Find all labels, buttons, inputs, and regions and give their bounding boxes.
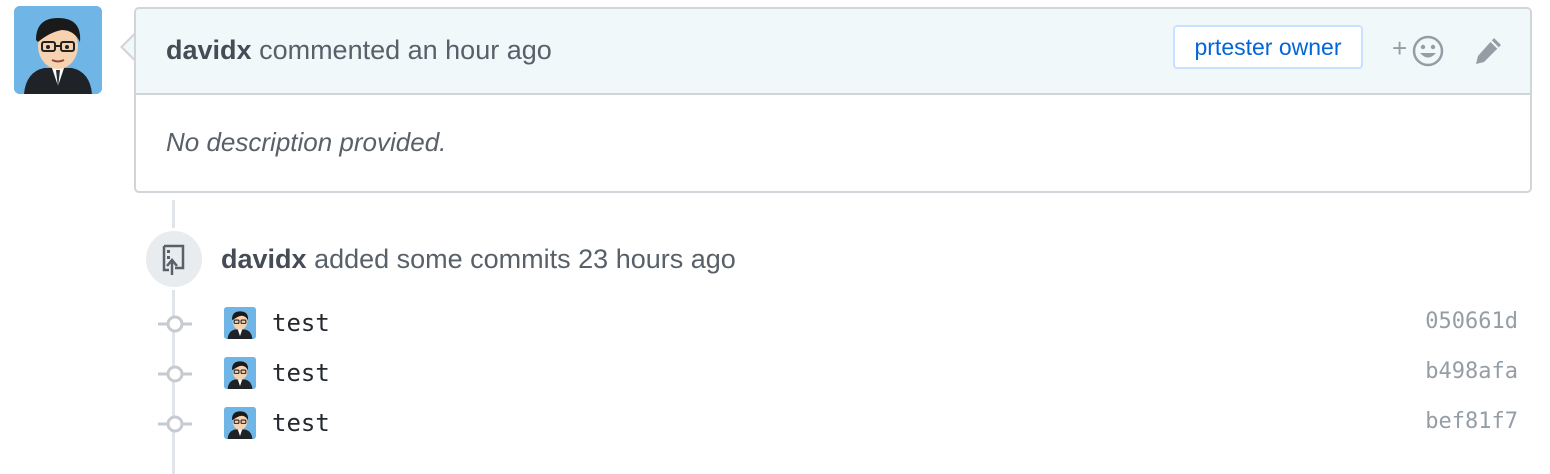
commit-sha-link[interactable]: bef81f7 xyxy=(1425,409,1518,434)
smiley-icon xyxy=(1412,35,1444,67)
commit-row: test bef81f7 xyxy=(158,407,1518,441)
comment-box: davidx commented an hour ago prtester ow… xyxy=(134,7,1532,193)
commit-message-link[interactable]: test xyxy=(272,309,330,337)
git-commit-icon xyxy=(158,315,192,333)
git-commit-icon xyxy=(158,415,192,433)
commit-message-link[interactable]: test xyxy=(272,359,330,387)
comment-author-link[interactable]: davidx xyxy=(166,35,252,65)
comment-header: davidx commented an hour ago prtester ow… xyxy=(136,9,1530,95)
commit-row: test 050661d xyxy=(158,307,1518,341)
comment-meta: davidx commented an hour ago xyxy=(166,35,552,66)
event-author-link[interactable]: davidx xyxy=(221,244,307,274)
commit-sha-link[interactable]: b498afa xyxy=(1425,359,1518,384)
author-avatar[interactable] xyxy=(14,6,102,94)
pull-request-timeline: davidx commented an hour ago prtester ow… xyxy=(0,0,1550,474)
commit-message-link[interactable]: test xyxy=(272,409,330,437)
author-association-badge: prtester owner xyxy=(1173,25,1363,69)
event-description: added some commits 23 hours ago xyxy=(314,244,736,274)
push-event-text: davidx added some commits 23 hours ago xyxy=(221,244,736,275)
push-event-badge xyxy=(143,228,205,290)
commit-author-avatar[interactable] xyxy=(224,357,256,389)
plus-label: + xyxy=(1392,33,1408,63)
edit-comment-button[interactable] xyxy=(1472,35,1504,67)
comment-action-text[interactable]: commented an hour ago xyxy=(259,35,552,65)
commit-author-avatar[interactable] xyxy=(224,307,256,339)
add-reaction-button[interactable]: + xyxy=(1392,33,1450,67)
comment-body: No description provided. xyxy=(166,127,447,157)
pencil-icon xyxy=(1476,38,1501,64)
git-commit-icon xyxy=(158,365,192,383)
commit-sha-link[interactable]: 050661d xyxy=(1425,309,1518,334)
commit-author-avatar[interactable] xyxy=(224,407,256,439)
commit-row: test b498afa xyxy=(158,357,1518,391)
repo-push-icon xyxy=(162,244,185,275)
